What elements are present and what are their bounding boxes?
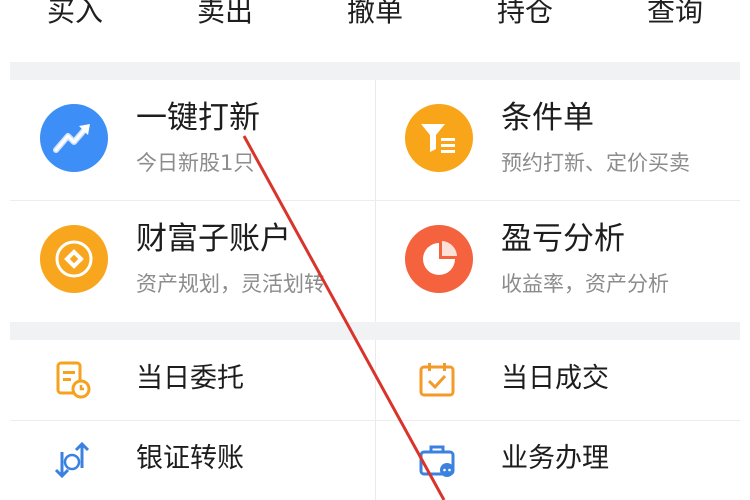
- ipo-subscribe-item[interactable]: 一键打新 今日新股1只: [10, 80, 375, 201]
- bank-securities-transfer-item[interactable]: 银证转账: [10, 420, 375, 500]
- feature-title: 财富子账户: [136, 221, 291, 257]
- section-separator: [10, 62, 740, 80]
- feature-subtitle: 预约打新、定价买卖: [501, 151, 690, 175]
- quick-item-title: 当日成交: [501, 363, 609, 394]
- trade-tab-bar: 买入 卖出 撤单 持仓 查询: [0, 0, 750, 60]
- quick-item-title: 银证转账: [136, 443, 244, 474]
- today-deals-item[interactable]: 当日成交: [375, 340, 740, 420]
- tab-buy[interactable]: 买入: [0, 0, 150, 26]
- today-entrusts-item[interactable]: 当日委托: [10, 340, 375, 420]
- feature-title: 条件单: [501, 100, 594, 136]
- tab-sell[interactable]: 卖出: [150, 0, 300, 26]
- quick-item-title: 当日委托: [136, 363, 244, 394]
- feature-title: 一键打新: [136, 100, 260, 136]
- calendar-check-icon: [415, 358, 459, 402]
- quick-actions-grid: 当日委托 当日成交 银证转账 业务办理: [10, 340, 740, 500]
- section-separator: [10, 322, 740, 340]
- quick-item-title: 业务办理: [501, 443, 609, 474]
- pie-chart-icon: [405, 225, 473, 293]
- rocket-trend-icon: [40, 104, 108, 172]
- business-handling-item[interactable]: 业务办理: [375, 420, 740, 500]
- entrust-document-icon: [50, 358, 94, 402]
- conditional-order-item[interactable]: 条件单 预约打新、定价买卖: [375, 80, 740, 201]
- funnel-icon: [405, 104, 473, 172]
- briefcase-icon: [415, 438, 459, 482]
- tab-query[interactable]: 查询: [600, 0, 750, 26]
- feature-subtitle: 资产规划，灵活划转: [136, 272, 325, 296]
- tab-cancel-order[interactable]: 撤单: [300, 0, 450, 26]
- tab-positions[interactable]: 持仓: [450, 0, 600, 26]
- bank-transfer-icon: [50, 438, 94, 482]
- feature-grid: 一键打新 今日新股1只 条件单 预约打新、定价买卖 财富子账户 资产规划，灵活划…: [10, 80, 740, 322]
- feature-subtitle: 今日新股1只: [136, 151, 255, 175]
- coin-icon: [40, 225, 108, 293]
- wealth-sub-account-item[interactable]: 财富子账户 资产规划，灵活划转: [10, 201, 375, 322]
- profit-loss-analysis-item[interactable]: 盈亏分析 收益率，资产分析: [375, 201, 740, 322]
- feature-subtitle: 收益率，资产分析: [501, 272, 669, 296]
- feature-title: 盈亏分析: [501, 221, 625, 257]
